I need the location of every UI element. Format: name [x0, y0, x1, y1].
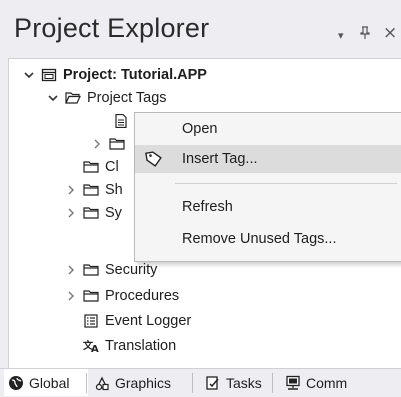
tree-item-cl[interactable]: Cl [65, 155, 119, 178]
panel-title-bar: Project Explorer ▾ × [0, 0, 401, 58]
tree-item-procedures[interactable]: Procedures [65, 284, 179, 307]
comm-icon [285, 375, 301, 391]
tab-divider [86, 373, 87, 393]
project-explorer-panel: Project Explorer ▾ × Project: Tutorial.A… [0, 0, 401, 397]
tab-tasks[interactable]: Tasks [205, 369, 262, 396]
tab-label: Comm [306, 374, 348, 391]
close-icon[interactable]: × [383, 23, 397, 43]
menu-item-label: Remove Unused Tags... [182, 231, 337, 247]
menu-item-remove-unused-tags[interactable]: Remove Unused Tags... [135, 225, 401, 253]
folder-icon [83, 263, 99, 277]
chevron-down-icon[interactable] [47, 92, 59, 104]
tab-label: Tasks [226, 374, 262, 391]
tab-global[interactable]: Global [4, 369, 88, 396]
tree-item-label: Project: Tutorial.APP [63, 66, 207, 83]
tree-item-label: Translation [105, 337, 177, 354]
tree-item-tag-document[interactable] [113, 109, 135, 132]
tree-item-event-logger[interactable]: Event Logger [65, 309, 191, 332]
tree-item-sh[interactable]: Sh [65, 178, 123, 201]
folder-icon [109, 137, 125, 151]
chevron-right-icon[interactable] [65, 207, 77, 219]
tab-graphics[interactable]: Graphics [94, 369, 171, 396]
menu-item-label: Open [182, 121, 218, 137]
tree-item-label: Procedures [105, 287, 180, 304]
project-icon [41, 68, 57, 82]
document-icon [113, 113, 129, 128]
tree-item-project-root[interactable]: Project: Tutorial.APP [23, 63, 207, 86]
menu-item-open[interactable]: Open [135, 115, 401, 143]
menu-item-label: Refresh [182, 199, 233, 215]
panel-title: Project Explorer [14, 13, 210, 43]
tab-label: Graphics [115, 374, 172, 391]
chevron-right-icon[interactable] [65, 264, 77, 276]
folder-icon [83, 289, 99, 303]
tree-item-tag-folder[interactable] [91, 132, 131, 155]
tree-item-label: Event Logger [105, 312, 192, 329]
window-menu-dropdown-icon[interactable]: ▾ [338, 29, 344, 42]
tree-item-sy[interactable]: Sy [65, 201, 122, 224]
chevron-right-icon[interactable] [65, 290, 77, 302]
panel-tab-strip: Global Graphics Tasks Comm [0, 368, 401, 397]
tree-item-label: Sh [105, 181, 123, 198]
tasks-icon [205, 375, 221, 391]
tree-item-label: Sy [105, 204, 122, 221]
tab-comm[interactable]: Comm [285, 369, 347, 396]
event-logger-icon [83, 313, 99, 328]
menu-item-refresh[interactable]: Refresh [135, 193, 401, 221]
tree-item-label: Security [105, 261, 158, 278]
tab-label: Global [29, 374, 70, 391]
chevron-down-icon[interactable] [23, 69, 35, 81]
tab-divider [192, 373, 193, 393]
context-menu: Open Insert Tag... Refresh Remove Unused… [134, 112, 401, 262]
folder-icon [83, 183, 99, 197]
chevron-right-icon[interactable] [91, 138, 103, 150]
graphics-icon [94, 375, 110, 391]
tree-item-label: Project Tags [87, 89, 167, 106]
tree-item-label: Cl [105, 158, 119, 175]
pin-icon[interactable] [359, 26, 371, 44]
tab-divider [272, 373, 273, 393]
chevron-right-icon[interactable] [65, 184, 77, 196]
translation-icon: 文 A [83, 339, 99, 353]
folder-open-icon [65, 91, 81, 105]
menu-item-insert-tag[interactable]: Insert Tag... [135, 145, 401, 173]
global-icon [8, 375, 24, 391]
menu-separator [175, 183, 397, 184]
svg-text:A: A [91, 344, 99, 353]
folder-icon [83, 206, 99, 220]
menu-item-label: Insert Tag... [182, 151, 258, 167]
folder-icon [83, 160, 99, 174]
tree-item-project-tags[interactable]: Project Tags [47, 86, 167, 109]
tag-icon [145, 150, 163, 172]
tree-item-translation[interactable]: 文 A Translation [65, 334, 176, 357]
